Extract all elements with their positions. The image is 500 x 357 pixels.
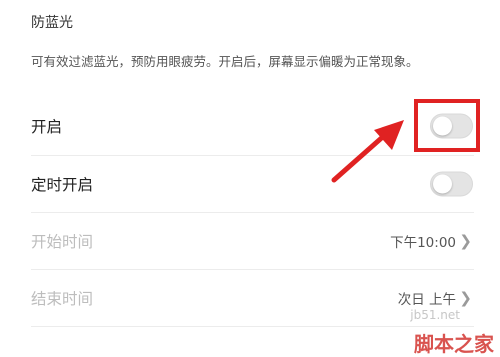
- setting-label-end-time: 结束时间: [31, 290, 94, 308]
- watermark-logo: 脚本之家: [414, 332, 494, 356]
- watermark-site: jb51.net: [410, 308, 460, 322]
- highlight-box: [414, 99, 480, 152]
- arrow-annotation-icon: [331, 120, 404, 183]
- setting-row-start-time[interactable]: 开始时间 下午10:00 ❯: [0, 212, 500, 270]
- end-time-value: 次日 上午: [397, 292, 456, 308]
- setting-row-schedule[interactable]: 定时开启: [0, 155, 500, 213]
- schedule-toggle[interactable]: [430, 171, 473, 197]
- setting-label-start-time: 开始时间: [31, 233, 94, 251]
- setting-label-schedule: 定时开启: [31, 176, 94, 194]
- setting-label-enable: 开启: [31, 118, 63, 136]
- chevron-right-icon: ❯: [459, 232, 472, 250]
- section-title: 防蓝光: [31, 15, 73, 31]
- section-description: 可有效过滤蓝光，预防用眼疲劳。开启后，屏幕显示偏暖为正常现象。: [31, 54, 419, 69]
- start-time-value: 下午10:00: [390, 235, 456, 251]
- chevron-right-icon: ❯: [459, 289, 472, 307]
- divider: [31, 326, 474, 327]
- toggle-knob: [433, 174, 452, 194]
